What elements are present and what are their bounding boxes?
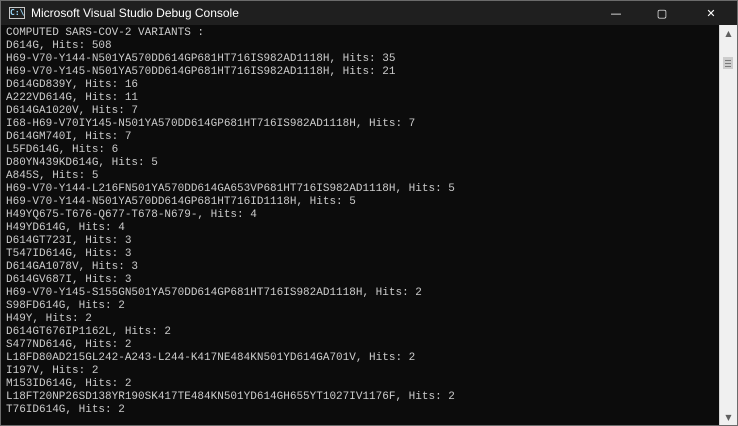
- console-line: D614GA1078V, Hits: 3: [6, 261, 139, 273]
- console-line: D614GV687I, Hits: 3: [6, 274, 132, 286]
- console-line: D614GT723I, Hits: 3: [6, 235, 132, 247]
- close-button[interactable]: ✕: [685, 1, 737, 25]
- window-controls: — ▢ ✕: [593, 1, 737, 25]
- console-line: A222VD614G, Hits: 11: [6, 92, 139, 104]
- minimize-icon: —: [610, 6, 622, 20]
- console-line: S477ND614G, Hits: 2: [6, 339, 132, 351]
- grip-line: [725, 59, 731, 61]
- console-line: H49Y, Hits: 2: [6, 313, 92, 325]
- console-line: H69-V70-Y144-N501YA570DD614GP681HT716IS9…: [6, 53, 396, 65]
- console-line: D614G, Hits: 508: [6, 40, 112, 52]
- maximize-button[interactable]: ▢: [639, 1, 685, 25]
- console-line: I68-H69-V70IY145-N501YA570DD614GP681HT71…: [6, 118, 416, 130]
- console-line: M153ID614G, Hits: 2: [6, 378, 132, 390]
- console-window: C:\ Microsoft Visual Studio Debug Consol…: [0, 0, 738, 426]
- console-line: D614GD839Y, Hits: 16: [6, 79, 139, 91]
- console-line: L18FD80AD215GL242-A243-L244-K417NE484KN5…: [6, 352, 416, 364]
- console-line: D614GA1020V, Hits: 7: [6, 105, 139, 117]
- scroll-up-button[interactable]: ▲: [720, 25, 737, 41]
- arrow-down-icon: ▼: [725, 412, 732, 422]
- console-line: A845S, Hits: 5: [6, 170, 99, 182]
- vertical-scrollbar[interactable]: ▲ ▼: [719, 25, 737, 425]
- console-line: D614GT676IP1162L, Hits: 2: [6, 326, 172, 338]
- console-line: D614GM740I, Hits: 7: [6, 131, 132, 143]
- console-line: H49YQ675-T676-Q677-T678-N679-, Hits: 4: [6, 209, 257, 221]
- console-line: H69-V70-Y145-N501YA570DD614GP681HT716IS9…: [6, 66, 396, 78]
- title-bar[interactable]: C:\ Microsoft Visual Studio Debug Consol…: [1, 1, 737, 25]
- console-line: L5FD614G, Hits: 6: [6, 144, 119, 156]
- console-line: H69-V70-Y144-L216FN501YA570DD614GA653VP6…: [6, 183, 455, 195]
- window-title: Microsoft Visual Studio Debug Console: [31, 6, 239, 20]
- console-line: T76ID614G, Hits: 2: [6, 404, 125, 416]
- console-line: S98FD614G, Hits: 2: [6, 300, 125, 312]
- console-line: COMPUTED SARS-COV-2 VARIANTS :: [6, 27, 205, 39]
- console-output[interactable]: COMPUTED SARS-COV-2 VARIANTS : D614G, Hi…: [1, 25, 719, 425]
- grip-line: [725, 62, 731, 64]
- console-line: H69-V70-Y145-S155GN501YA570DD614GP681HT7…: [6, 287, 422, 299]
- console-line: H49YD614G, Hits: 4: [6, 222, 125, 234]
- console-line: I197V, Hits: 2: [6, 365, 99, 377]
- grip-line: [725, 65, 731, 67]
- console-line: H69-V70-Y144-N501YA570DD614GP681HT716ID1…: [6, 196, 356, 208]
- arrow-up-icon: ▲: [725, 28, 732, 38]
- console-line: L18FT20NP26SD138YR190SK417TE484KN501YD61…: [6, 391, 455, 403]
- scrollbar-thumb[interactable]: [723, 57, 733, 69]
- console-app-icon: C:\: [9, 7, 25, 19]
- console-line: T547ID614G, Hits: 3: [6, 248, 132, 260]
- minimize-button[interactable]: —: [593, 1, 639, 25]
- close-icon: ✕: [706, 6, 716, 20]
- scroll-down-button[interactable]: ▼: [720, 409, 737, 425]
- maximize-icon: ▢: [656, 6, 668, 20]
- console-line: D80YN439KD614G, Hits: 5: [6, 157, 158, 169]
